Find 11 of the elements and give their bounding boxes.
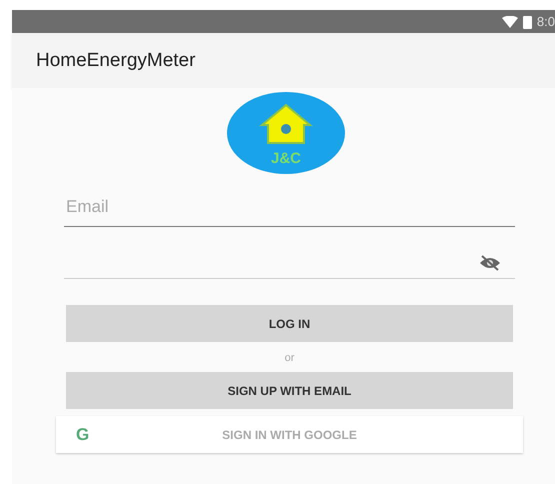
logo: J&C bbox=[226, 91, 346, 175]
or-divider-text: or bbox=[284, 352, 294, 364]
wifi-icon bbox=[502, 16, 518, 28]
status-time: 8:0 bbox=[536, 14, 555, 29]
login-button[interactable]: LOG IN bbox=[66, 305, 513, 342]
email-field[interactable]: Email bbox=[64, 193, 515, 227]
app-title: HomeEnergyMeter bbox=[36, 50, 196, 72]
eye-slash-icon[interactable] bbox=[479, 255, 501, 271]
google-icon: G bbox=[76, 425, 90, 445]
battery-icon bbox=[522, 14, 532, 28]
signup-button[interactable]: SIGN UP WITH EMAIL bbox=[66, 372, 513, 409]
